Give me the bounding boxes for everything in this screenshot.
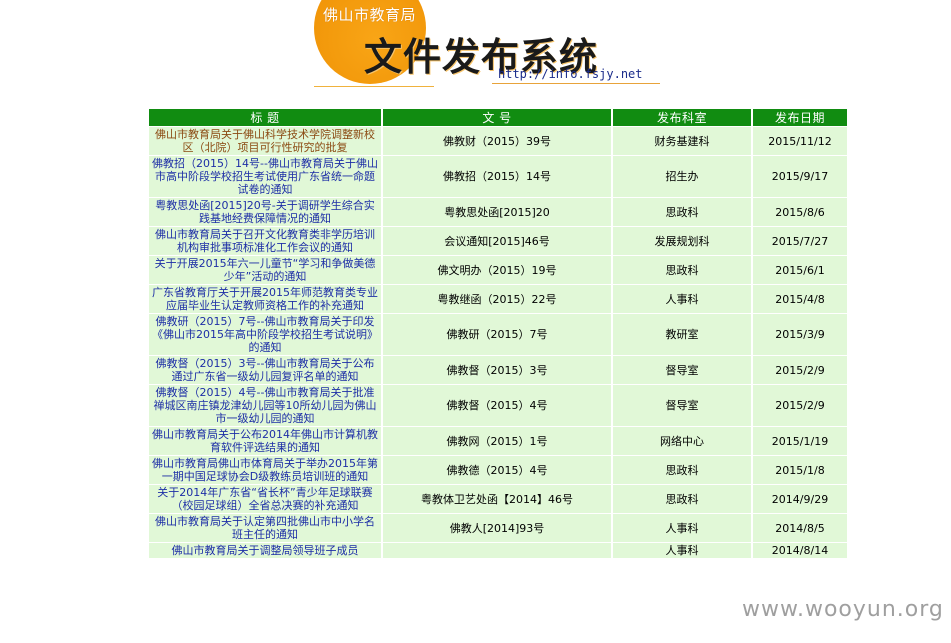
table-row: 佛山市教育局关于调整局领导班子成员 人事科 2014/8/14	[149, 543, 847, 558]
document-title-link[interactable]: 佛山市教育局佛山市体育局关于举办2015年第一期中国足球协会D级教练员培训班的通…	[149, 456, 381, 484]
table-row: 粤教思处函[2015]20号-关于调研学生综合实践基地经费保障情况的通知 粤教思处…	[149, 198, 847, 226]
publish-date: 2015/11/12	[753, 127, 847, 155]
table-row: 佛山市教育局关于佛山科学技术学院调整新校区（北院）项目可行性研究的批复 佛教财（2…	[149, 127, 847, 155]
column-header-dept: 发布科室	[613, 109, 751, 126]
document-title-link[interactable]: 广东省教育厅关于开展2015年师范教育类专业应届毕业生认定教师资格工作的补充通知	[149, 285, 381, 313]
publish-date: 2014/8/5	[753, 514, 847, 542]
table-row: 广东省教育厅关于开展2015年师范教育类专业应届毕业生认定教师资格工作的补充通知…	[149, 285, 847, 313]
publishing-department: 督导室	[613, 356, 751, 384]
publishing-department: 财务基建科	[613, 127, 751, 155]
column-header-doc-no: 文 号	[383, 109, 611, 126]
bureau-name: 佛山市教育局	[323, 6, 417, 24]
table-row: 佛山市教育局佛山市体育局关于举办2015年第一期中国足球协会D级教练员培训班的通…	[149, 456, 847, 484]
document-number: 粤教体卫艺处函【2014】46号	[383, 485, 611, 513]
system-banner: 佛山市教育局 文件发布系统 http://info.fsjy.net	[312, 0, 664, 92]
publishing-department: 思政科	[613, 198, 751, 226]
document-title-link[interactable]: 佛教督（2015）4号--佛山市教育局关于批准禅城区南庄镇龙津幼儿园等10所幼儿…	[149, 385, 381, 426]
document-title-link[interactable]: 关于开展2015年六一儿童节“学习和争做美德少年”活动的通知	[149, 256, 381, 284]
watermark: www.wooyun.org	[742, 597, 944, 622]
publish-date: 2015/6/1	[753, 256, 847, 284]
publishing-department: 督导室	[613, 385, 751, 426]
publish-date: 2015/1/19	[753, 427, 847, 455]
document-number: 粤教思处函[2015]20	[383, 198, 611, 226]
document-title-link[interactable]: 粤教思处函[2015]20号-关于调研学生综合实践基地经费保障情况的通知	[149, 198, 381, 226]
document-title-link[interactable]: 关于2014年广东省“省长杯”青少年足球联赛（校园足球组）全省总决赛的补充通知	[149, 485, 381, 513]
site-url: http://info.fsjy.net	[498, 67, 643, 81]
publishing-department: 思政科	[613, 256, 751, 284]
document-number: 佛教招（2015）14号	[383, 156, 611, 197]
publish-date: 2015/3/9	[753, 314, 847, 355]
document-title-link[interactable]: 佛山市教育局关于召开文化教育类非学历培训机构审批事项标准化工作会议的通知	[149, 227, 381, 255]
table-row: 佛山市教育局关于公布2014年佛山市计算机教育软件评选结果的通知 佛教网（2015…	[149, 427, 847, 455]
document-title-link[interactable]: 佛教研（2015）7号--佛山市教育局关于印发《佛山市2015年高中阶段学校招生…	[149, 314, 381, 355]
publish-date: 2015/9/17	[753, 156, 847, 197]
document-number	[383, 543, 611, 558]
publishing-department: 教研室	[613, 314, 751, 355]
publish-date: 2015/8/6	[753, 198, 847, 226]
document-number: 佛教财（2015）39号	[383, 127, 611, 155]
column-header-title: 标 题	[149, 109, 381, 126]
table-row: 关于开展2015年六一儿童节“学习和争做美德少年”活动的通知 佛文明办（2015）…	[149, 256, 847, 284]
publish-date: 2015/7/27	[753, 227, 847, 255]
table-row: 佛山市教育局关于召开文化教育类非学历培训机构审批事项标准化工作会议的通知 会议通知…	[149, 227, 847, 255]
table-row: 佛教督（2015）3号--佛山市教育局关于公布通过广东省一级幼儿园复评名单的通知…	[149, 356, 847, 384]
document-number: 佛教网（2015）1号	[383, 427, 611, 455]
publish-date: 2015/1/8	[753, 456, 847, 484]
publishing-department: 发展规划科	[613, 227, 751, 255]
publishing-department: 思政科	[613, 485, 751, 513]
document-title-link[interactable]: 佛山市教育局关于调整局领导班子成员	[149, 543, 381, 558]
column-header-date: 发布日期	[753, 109, 847, 126]
table-row: 关于2014年广东省“省长杯”青少年足球联赛（校园足球组）全省总决赛的补充通知粤…	[149, 485, 847, 513]
table-row: 佛山市教育局关于认定第四批佛山市中小学名班主任的通知 佛教人[2014]93号 人事…	[149, 514, 847, 542]
publish-date: 2015/2/9	[753, 356, 847, 384]
document-number: 佛教督（2015）3号	[383, 356, 611, 384]
publishing-department: 人事科	[613, 285, 751, 313]
document-title-link[interactable]: 佛教招（2015）14号--佛山市教育局关于佛山市高中阶段学校招生考试使用广东省…	[149, 156, 381, 197]
publishing-department: 网络中心	[613, 427, 751, 455]
publishing-department: 人事科	[613, 514, 751, 542]
publish-date: 2015/4/8	[753, 285, 847, 313]
table-row: 佛教招（2015）14号--佛山市教育局关于佛山市高中阶段学校招生考试使用广东省…	[149, 156, 847, 197]
document-number: 佛教研（2015）7号	[383, 314, 611, 355]
document-number: 粤教继函（2015）22号	[383, 285, 611, 313]
publishing-department: 人事科	[613, 543, 751, 558]
document-title-link[interactable]: 佛山市教育局关于公布2014年佛山市计算机教育软件评选结果的通知	[149, 427, 381, 455]
document-title-link[interactable]: 佛山市教育局关于认定第四批佛山市中小学名班主任的通知	[149, 514, 381, 542]
banner-underline	[492, 83, 660, 84]
table-row: 佛教研（2015）7号--佛山市教育局关于印发《佛山市2015年高中阶段学校招生…	[149, 314, 847, 355]
document-title-link[interactable]: 佛山市教育局关于佛山科学技术学院调整新校区（北院）项目可行性研究的批复	[149, 127, 381, 155]
publish-date: 2014/8/14	[753, 543, 847, 558]
document-number: 佛教督（2015）4号	[383, 385, 611, 426]
document-number: 佛教人[2014]93号	[383, 514, 611, 542]
publish-date: 2014/9/29	[753, 485, 847, 513]
table-header-row: 标 题 文 号 发布科室 发布日期	[149, 109, 847, 126]
table-row: 佛教督（2015）4号--佛山市教育局关于批准禅城区南庄镇龙津幼儿园等10所幼儿…	[149, 385, 847, 426]
document-title-link[interactable]: 佛教督（2015）3号--佛山市教育局关于公布通过广东省一级幼儿园复评名单的通知	[149, 356, 381, 384]
publishing-department: 思政科	[613, 456, 751, 484]
document-number: 佛教德（2015）4号	[383, 456, 611, 484]
document-table: 标 题 文 号 发布科室 发布日期 佛山市教育局关于佛山科学技术学院调整新校区（…	[147, 108, 849, 559]
publishing-department: 招生办	[613, 156, 751, 197]
document-number: 会议通知[2015]46号	[383, 227, 611, 255]
banner-underline-left	[314, 86, 434, 87]
document-number: 佛文明办（2015）19号	[383, 256, 611, 284]
publish-date: 2015/2/9	[753, 385, 847, 426]
